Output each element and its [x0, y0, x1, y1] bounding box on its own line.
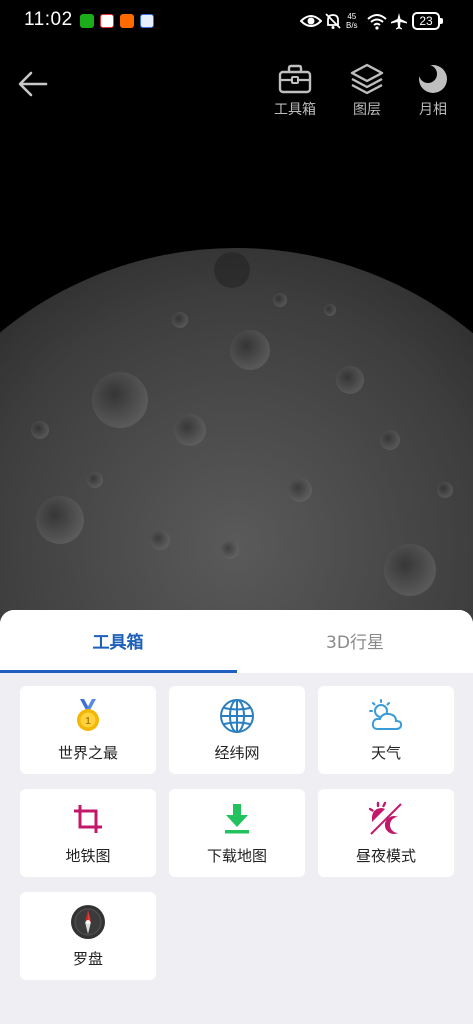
medal-icon: 1 [77, 699, 99, 731]
tool-label: 地铁图 [65, 847, 111, 865]
tool-world-records[interactable]: 1 世界之最 [20, 686, 156, 774]
moon-phase-label: 月相 [419, 102, 447, 118]
toolbox-button[interactable]: 工具箱 [267, 62, 323, 119]
tool-graticule[interactable]: 经纬网 [169, 686, 305, 774]
bottom-sheet: 工具箱 3D行星 1 世界之最 经纬网 天气 地铁图 下载地图 昼夜模式 罗盘 [0, 610, 473, 1024]
tool-label: 天气 [370, 744, 401, 762]
weather-sun-cloud-icon [369, 699, 403, 730]
status-time: 11:02 [24, 9, 73, 30]
back-arrow-icon[interactable] [16, 66, 52, 102]
taobao-notification-icon [120, 14, 134, 28]
wifi-icon [367, 14, 387, 30]
tool-label: 世界之最 [57, 744, 118, 762]
tool-day-night-mode[interactable]: 昼夜模式 [318, 789, 454, 877]
toolbox-label: 工具箱 [274, 102, 316, 118]
layers-label: 图层 [353, 102, 381, 118]
app-notification-icon [140, 14, 154, 28]
svg-text:1: 1 [85, 716, 91, 727]
tool-label: 昼夜模式 [355, 847, 416, 865]
status-bar: 11:02 45 B/s 23 [0, 0, 473, 44]
layers-icon [350, 63, 384, 95]
tab-3d-planets[interactable]: 3D行星 [237, 628, 473, 653]
download-icon [225, 804, 249, 834]
tool-weather[interactable]: 天气 [318, 686, 454, 774]
toolbox-icon [278, 64, 312, 94]
tab-bar: 工具箱 3D行星 [0, 610, 473, 673]
moon-globe-view[interactable] [0, 230, 473, 630]
tool-compass[interactable]: 罗盘 [20, 892, 156, 980]
net-speed: 45 B/s [346, 12, 358, 30]
crop-metro-icon [74, 805, 102, 833]
wechat-notification-icon [80, 14, 94, 28]
battery-indicator: 23 [412, 12, 443, 30]
moon-phase-icon [419, 65, 447, 93]
bell-muted-icon [325, 13, 341, 29]
tool-label: 经纬网 [214, 744, 260, 762]
tool-download-map[interactable]: 下载地图 [169, 789, 305, 877]
weibo-notification-icon [100, 14, 114, 28]
compass-icon [71, 905, 105, 939]
eye-icon [300, 15, 322, 27]
tool-label: 罗盘 [72, 950, 103, 968]
active-tab-indicator [0, 670, 237, 673]
day-night-icon [368, 801, 402, 835]
moon-phase-button[interactable]: 月相 [405, 62, 461, 119]
globe-grid-icon [220, 699, 254, 733]
moon-globe[interactable] [0, 230, 473, 630]
layers-button[interactable]: 图层 [339, 62, 395, 119]
tab-toolbox[interactable]: 工具箱 [0, 628, 236, 653]
tool-label: 下载地图 [206, 847, 267, 865]
airplane-icon [391, 13, 407, 30]
tool-metro-map[interactable]: 地铁图 [20, 789, 156, 877]
